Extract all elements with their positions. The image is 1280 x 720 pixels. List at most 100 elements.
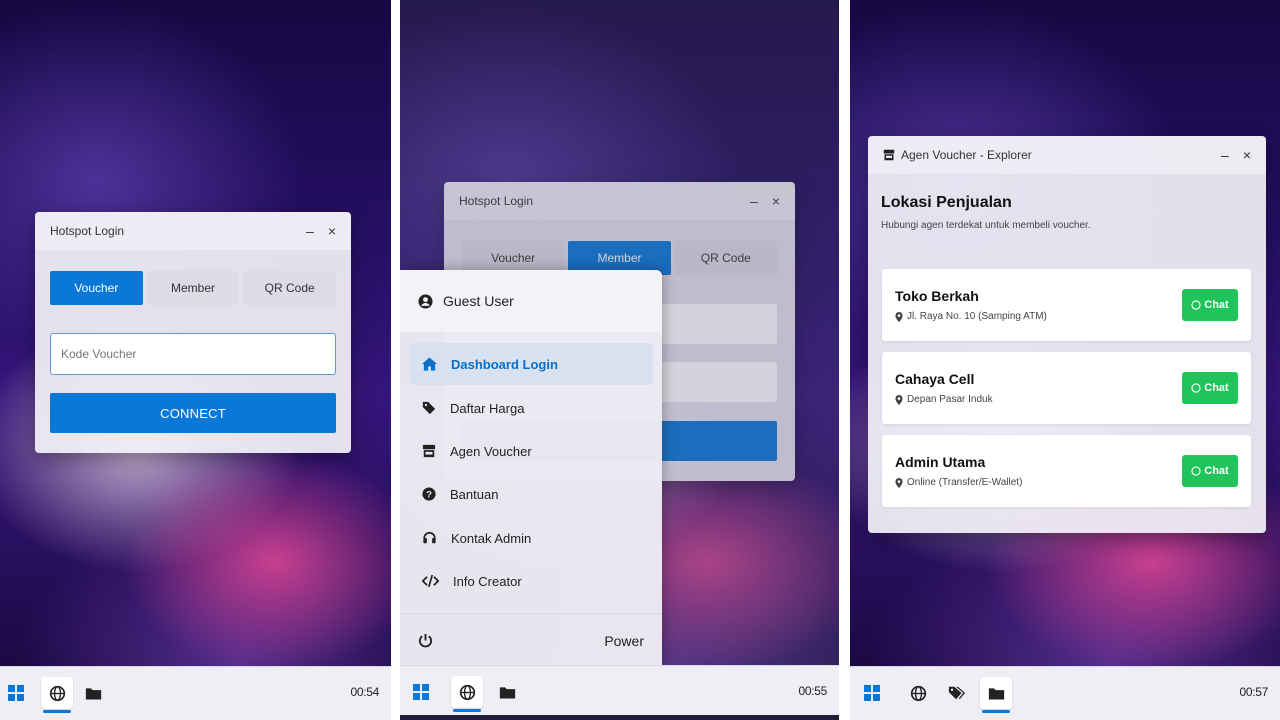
globe-icon <box>910 685 926 701</box>
chat-button-label: Chat <box>1204 465 1229 477</box>
browser-taskbar-button[interactable] <box>902 677 934 709</box>
start-button[interactable] <box>0 677 32 709</box>
menu-item-daftar-harga[interactable]: Daftar Harga <box>410 387 653 429</box>
agent-location: Jl. Raya No. 10 (Samping ATM) <box>895 311 1047 322</box>
voucher-code-placeholder: Kode Voucher <box>61 347 137 361</box>
files-taskbar-button[interactable] <box>77 677 109 709</box>
menu-item-kontak-admin[interactable]: Kontak Admin <box>410 517 653 559</box>
tags-icon <box>948 686 966 700</box>
browser-taskbar-button[interactable] <box>41 677 73 713</box>
tab-voucher[interactable]: Voucher <box>50 271 143 305</box>
agent-name: Admin Utama <box>895 454 986 470</box>
tab-member[interactable]: Member <box>146 271 240 305</box>
connect-button[interactable]: CONNECT <box>50 393 336 433</box>
tab-qr-code[interactable]: QR Code <box>243 271 337 305</box>
menu-item-label: Dashboard Login <box>451 356 558 372</box>
menu-item-info-creator[interactable]: Info Creator <box>410 560 653 602</box>
window-titlebar[interactable]: Agen Voucher - Explorer – × <box>868 136 1266 174</box>
menu-item-label: Info Creator <box>453 573 522 589</box>
map-marker-icon <box>895 311 903 322</box>
menu-item-label: Daftar Harga <box>450 400 525 416</box>
agent-location-text: Jl. Raya No. 10 (Samping ATM) <box>907 311 1047 322</box>
agent-location: Depan Pasar Induk <box>895 394 993 405</box>
screenshot-collage: Hotspot Login – × Voucher Member QR Code… <box>0 0 1280 720</box>
panel-agen-voucher: Agen Voucher - Explorer – × Lokasi Penju… <box>850 0 1280 720</box>
windows-start-icon <box>8 685 24 701</box>
store-icon <box>883 149 895 161</box>
globe-icon <box>49 685 65 701</box>
panel-start-menu: Hotspot Login – × Voucher Member QR Code… <box>400 0 839 720</box>
agent-location-text: Online (Transfer/E-Wallet) <box>907 477 1023 488</box>
close-icon[interactable]: × <box>328 223 336 239</box>
agent-name: Toko Berkah <box>895 288 979 304</box>
menu-user-header: Guest User <box>400 270 662 332</box>
agent-location-text: Depan Pasar Induk <box>907 394 993 405</box>
whatsapp-icon <box>1191 383 1201 393</box>
chat-button[interactable]: Chat <box>1182 372 1238 404</box>
start-button[interactable] <box>856 677 888 709</box>
power-icon <box>418 633 433 648</box>
minimize-icon[interactable]: – <box>306 223 314 239</box>
map-marker-icon <box>895 394 903 405</box>
menu-item-agen-voucher[interactable]: Agen Voucher <box>410 430 653 472</box>
page-subtitle: Hubungi agen terdekat untuk membeli vouc… <box>881 220 1091 231</box>
menu-item-dashboard-login[interactable]: Dashboard Login <box>410 343 653 385</box>
browser-taskbar-button[interactable] <box>451 676 483 712</box>
chat-button[interactable]: Chat <box>1182 289 1238 321</box>
panel-hotspot-login: Hotspot Login – × Voucher Member QR Code… <box>0 0 391 720</box>
start-menu: Guest User Dashboard Login Daftar Harga … <box>400 270 662 667</box>
taskbar-clock: 00:54 <box>350 685 379 699</box>
home-icon <box>422 357 437 371</box>
agen-voucher-taskbar-button[interactable] <box>980 677 1012 713</box>
files-taskbar-button[interactable] <box>491 676 523 708</box>
menu-item-label: Agen Voucher <box>450 443 532 459</box>
minimize-icon[interactable]: – <box>1221 147 1229 163</box>
start-button[interactable] <box>405 676 437 708</box>
login-tabs: Voucher Member QR Code <box>35 271 351 305</box>
globe-icon <box>459 684 475 700</box>
whatsapp-icon <box>1191 466 1201 476</box>
map-marker-icon <box>895 477 903 488</box>
agent-card: Toko Berkah Jl. Raya No. 10 (Samping ATM… <box>882 269 1251 341</box>
chat-button-label: Chat <box>1204 299 1229 311</box>
folder-icon <box>85 687 101 699</box>
menu-item-label: Kontak Admin <box>451 530 532 546</box>
taskbar-clock: 00:55 <box>798 684 827 698</box>
window-title: Agen Voucher - Explorer <box>901 148 1032 162</box>
voucher-code-input[interactable]: Kode Voucher <box>50 333 336 375</box>
code-icon <box>422 574 439 588</box>
tag-icon <box>422 401 436 415</box>
question-circle-icon: ? <box>422 487 436 501</box>
windows-start-icon <box>864 685 880 701</box>
taskbar-clock: 00:57 <box>1239 685 1268 699</box>
price-list-taskbar-button[interactable] <box>941 677 973 709</box>
screen-bottom-edge <box>400 715 839 720</box>
power-label: Power <box>604 632 644 649</box>
user-name: Guest User <box>443 293 514 309</box>
agen-voucher-window: Agen Voucher - Explorer – × Lokasi Penju… <box>868 136 1266 533</box>
user-circle-icon <box>418 293 433 309</box>
menu-item-label: Bantuan <box>450 486 499 502</box>
agent-card: Cahaya Cell Depan Pasar Induk Chat <box>882 352 1251 424</box>
close-icon[interactable]: × <box>1243 147 1251 163</box>
agent-name: Cahaya Cell <box>895 371 975 387</box>
chat-button[interactable]: Chat <box>1182 455 1238 487</box>
menu-power-row[interactable]: Power <box>400 613 662 667</box>
folder-icon <box>988 687 1004 699</box>
window-title: Hotspot Login <box>50 224 125 238</box>
hotspot-login-window: Hotspot Login – × Voucher Member QR Code… <box>35 212 351 453</box>
window-title-wrap: Agen Voucher - Explorer <box>883 148 1207 162</box>
store-icon <box>422 444 436 458</box>
menu-item-bantuan[interactable]: ? Bantuan <box>410 473 653 515</box>
chat-button-label: Chat <box>1204 382 1229 394</box>
window-titlebar[interactable]: Hotspot Login – × <box>35 212 351 250</box>
page-title: Lokasi Penjualan <box>881 194 1012 211</box>
taskbar: 00:55 <box>400 665 839 715</box>
taskbar: 00:54 <box>0 666 391 720</box>
agent-card: Admin Utama Online (Transfer/E-Wallet) C… <box>882 435 1251 507</box>
svg-text:?: ? <box>426 490 432 501</box>
whatsapp-icon <box>1191 300 1201 310</box>
folder-icon <box>499 686 515 698</box>
windows-start-icon <box>413 684 429 700</box>
taskbar: 00:57 <box>850 666 1280 720</box>
